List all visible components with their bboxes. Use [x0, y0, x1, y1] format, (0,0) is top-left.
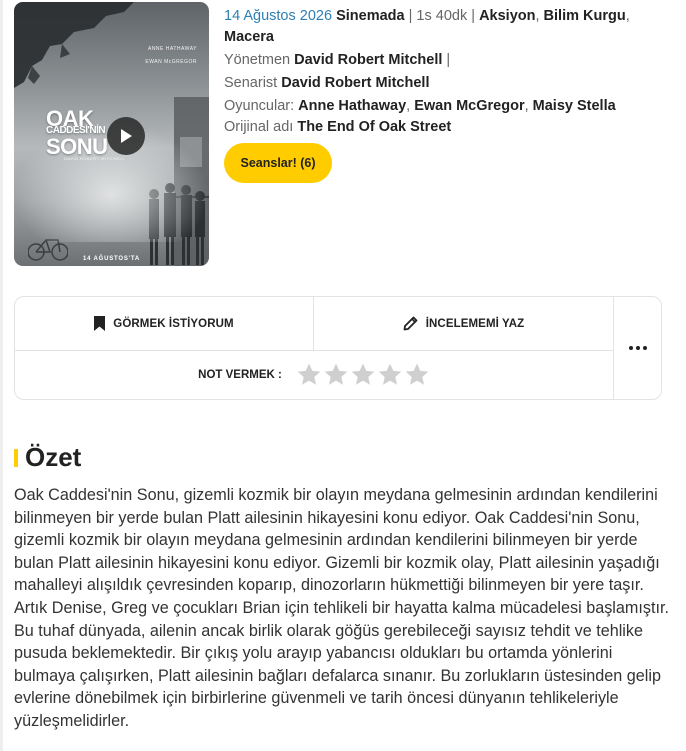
rating-row: NOT VERMEK :: [15, 351, 613, 399]
watchlist-label: GÖRMEK İSTİYORUM: [113, 317, 234, 330]
summary-accent-bar: [14, 448, 18, 467]
release-date[interactable]: 14 Ağustos 2026: [224, 8, 332, 24]
sep: |: [446, 52, 451, 68]
star-icon[interactable]: [323, 362, 349, 388]
director-label: Yönetmen: [224, 52, 291, 68]
writer-row: Senarist David Robert Mitchell: [224, 73, 664, 94]
sep: |: [408, 8, 413, 24]
director-row: Yönetmen David Robert Mitchell |: [224, 50, 664, 71]
rating-stars: [296, 362, 430, 388]
comma: ,: [625, 8, 630, 24]
movie-poster[interactable]: ANNE HATHAWAY EWAN McGREGOR OAK CADDESİ'…: [14, 2, 209, 266]
summary-title: Özet: [25, 442, 82, 472]
movie-info: 14 Ağustos 2026 Sinemada | 1s 40dk | Aks…: [224, 6, 664, 138]
pencil-icon: [403, 316, 418, 331]
more-dots-icon: [629, 346, 647, 350]
watchlist-button[interactable]: GÖRMEK İSTİYORUM: [15, 297, 313, 350]
write-review-button[interactable]: İNCELEMEMİ YAZ: [314, 297, 613, 350]
star-icon[interactable]: [377, 362, 403, 388]
user-actions-panel: GÖRMEK İSTİYORUM İNCELEMEMİ YAZ NOT VERM…: [14, 296, 662, 400]
sep: |: [471, 8, 476, 24]
star-icon[interactable]: [350, 362, 376, 388]
cast-member-2[interactable]: Ewan McGregor: [414, 98, 524, 114]
comma: ,: [524, 98, 529, 114]
poster-cast: ANNE HATHAWAY EWAN McGREGOR: [145, 46, 197, 66]
duration: 1s 40dk: [416, 8, 468, 24]
cast-member-3[interactable]: Maisy Stella: [533, 98, 616, 114]
original-title-label: Orijinal adı: [224, 119, 294, 135]
poster-date: 14 AĞUSTOS'TA: [82, 256, 141, 262]
director-name[interactable]: David Robert Mitchell: [294, 52, 442, 68]
release-status: Sinemada: [336, 8, 405, 24]
review-label: İNCELEMEMİ YAZ: [425, 317, 525, 330]
poster-cast-2: EWAN McGREGOR: [145, 59, 197, 65]
genre-2[interactable]: Bilim Kurgu: [544, 8, 626, 24]
comma: ,: [406, 98, 411, 114]
writer-name[interactable]: David Robert Mitchell: [281, 75, 429, 91]
writer-label: Senarist: [224, 75, 278, 91]
play-trailer-button[interactable]: [107, 117, 145, 155]
summary-text: Oak Caddesi'nin Sonu, gizemli kozmik bir…: [14, 486, 669, 730]
poster-director-credit: DAVID ROBERT MITCHELL: [64, 156, 125, 161]
rating-label: NOT VERMEK :: [198, 369, 282, 381]
original-title: The End Of Oak Street: [297, 119, 452, 135]
bookmark-icon: [94, 316, 106, 331]
summary-heading: Özet: [14, 442, 81, 473]
genre-3[interactable]: Macera: [224, 29, 274, 45]
cast-label: Oyuncular:: [224, 98, 295, 114]
play-icon: [121, 129, 132, 143]
cast-member-1[interactable]: Anne Hathaway: [298, 98, 406, 114]
comma: ,: [535, 8, 540, 24]
left-divider: [0, 0, 3, 751]
more-options-button[interactable]: [614, 297, 662, 399]
release-meta: 14 Ağustos 2026 Sinemada | 1s 40dk | Aks…: [224, 6, 664, 48]
showtimes-button[interactable]: Seanslar! (6): [224, 143, 332, 183]
poster-cast-1: ANNE HATHAWAY: [147, 46, 197, 52]
cast-row: Oyuncular: Anne Hathaway, Ewan McGregor,…: [224, 96, 664, 117]
star-icon[interactable]: [296, 362, 322, 388]
star-icon[interactable]: [404, 362, 430, 388]
genre-1[interactable]: Aksiyon: [479, 8, 535, 24]
original-title-row: Orijinal adı The End Of Oak Street: [224, 117, 664, 138]
